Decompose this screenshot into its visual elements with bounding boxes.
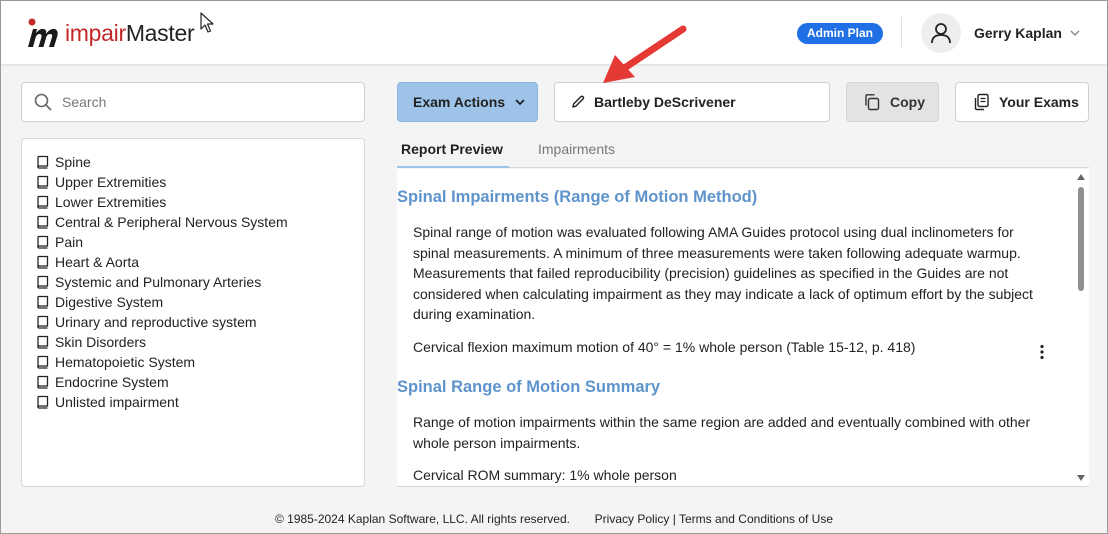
documents-icon: [974, 93, 989, 111]
tree-item-label: Skin Disorders: [55, 334, 147, 350]
pencil-icon: [572, 95, 585, 108]
book-icon: [37, 335, 49, 349]
tab-report-preview[interactable]: Report Preview: [401, 141, 503, 157]
book-icon: [37, 295, 49, 309]
tree-item[interactable]: Upper Extremities: [36, 172, 364, 192]
tree-item-label: Hematopoietic System: [55, 354, 196, 370]
tree-item-label: Systemic and Pulmonary Arteries: [55, 274, 262, 290]
logo-mark-icon: [28, 18, 58, 47]
annotation-arrow-icon: [603, 25, 687, 83]
book-icon: [37, 195, 49, 209]
tree-item[interactable]: Heart & Aorta: [36, 252, 364, 272]
section-title: Spinal Range of Motion Summary: [397, 378, 661, 396]
app-logo[interactable]: impairMaster: [25, 17, 195, 49]
tree-item[interactable]: Lower Extremities: [36, 192, 364, 212]
exam-name-button[interactable]: Bartleby DeScrivener: [554, 82, 830, 122]
scroll-thumb[interactable]: [1078, 187, 1084, 291]
chevron-down-icon[interactable]: [1069, 27, 1081, 39]
book-icon: [37, 255, 49, 269]
tree-item-label: Urinary and reproductive system: [55, 314, 257, 330]
report-paragraph: Spinal range of motion was evaluated fol…: [413, 224, 1033, 322]
scrollbar[interactable]: [1073, 169, 1089, 486]
tree-item[interactable]: Endocrine System: [36, 372, 364, 392]
tab-impairments[interactable]: Impairments: [538, 141, 615, 157]
plan-badge: Admin Plan: [797, 23, 884, 44]
report-paragraph: Range of motion impairments within the s…: [413, 414, 1031, 451]
report-paragraph: Cervical flexion maximum motion of 40° =…: [413, 339, 916, 355]
search-input[interactable]: [62, 94, 342, 110]
header-divider: [901, 17, 902, 47]
impairment-tree: Spine Upper Extremities Lower Extremities C…: [21, 138, 365, 487]
your-exams-button[interactable]: Your Exams: [955, 82, 1089, 122]
exam-actions-label: Exam Actions: [413, 94, 506, 110]
tree-item[interactable]: Digestive System: [36, 292, 364, 312]
mouse-cursor-icon: [200, 12, 214, 33]
tree-item-label: Endocrine System: [55, 374, 169, 390]
tree-item-label: Upper Extremities: [55, 174, 167, 190]
user-name[interactable]: Gerry Kaplan: [974, 25, 1062, 41]
tree-item-label: Unlisted impairment: [55, 394, 179, 410]
book-icon: [37, 155, 49, 169]
footer: © 1985-2024 Kaplan Software, LLC. All ri…: [1, 512, 1107, 526]
more-options-icon[interactable]: [1038, 344, 1046, 360]
tree-item-label: Pain: [55, 234, 84, 250]
book-icon: [37, 215, 49, 229]
your-exams-label: Your Exams: [999, 94, 1079, 110]
book-icon: [37, 175, 49, 189]
footer-separator: |: [672, 512, 676, 526]
tree-item[interactable]: Urinary and reproductive system: [36, 312, 364, 332]
section-title: Spinal Impairments (Range of Motion Meth…: [397, 188, 758, 206]
book-icon: [37, 395, 49, 409]
tree-item-label: Central & Peripheral Nervous System: [55, 214, 288, 230]
copyright-text: © 1985-2024 Kaplan Software, LLC. All ri…: [274, 512, 570, 526]
terms-link[interactable]: Terms and Conditions of Use: [679, 512, 833, 526]
report-paragraph: Cervical ROM summary: 1% whole person: [413, 467, 677, 483]
scroll-down-icon[interactable]: [1077, 475, 1085, 481]
book-icon: [37, 375, 49, 389]
tree-item[interactable]: Central & Peripheral Nervous System: [36, 212, 364, 232]
scroll-up-icon[interactable]: [1077, 174, 1085, 180]
tree-item[interactable]: Hematopoietic System: [36, 352, 364, 372]
exam-name-label: Bartleby DeScrivener: [594, 94, 736, 110]
tree-item[interactable]: Unlisted impairment: [36, 392, 364, 412]
report-tabs: Report Preview Impairments: [397, 138, 1089, 168]
report-preview: Spinal Impairments (Range of Motion Meth…: [397, 169, 1089, 487]
book-icon: [37, 235, 49, 249]
tree-item[interactable]: Spine: [36, 152, 364, 172]
app-header: impairMaster Admin Plan Gerry Kaplan: [1, 1, 1107, 65]
avatar[interactable]: [921, 13, 961, 53]
copy-label: Copy: [890, 94, 925, 110]
active-tab-indicator: [397, 166, 509, 168]
privacy-policy-link[interactable]: Privacy Policy: [595, 512, 670, 526]
copy-button[interactable]: Copy: [846, 82, 939, 122]
search-box: [21, 82, 365, 122]
book-icon: [37, 275, 49, 289]
logo-text: impairMaster: [65, 19, 195, 46]
user-icon: [931, 23, 951, 44]
tree-item[interactable]: Systemic and Pulmonary Arteries: [36, 272, 364, 292]
tree-item[interactable]: Skin Disorders: [36, 332, 364, 352]
exam-actions-button[interactable]: Exam Actions: [397, 82, 538, 122]
tree-item-label: Lower Extremities: [55, 194, 167, 210]
book-icon: [37, 355, 49, 369]
book-icon: [37, 315, 49, 329]
tree-item[interactable]: Pain: [36, 232, 364, 252]
tree-item-label: Heart & Aorta: [55, 254, 140, 270]
tree-item-label: Spine: [55, 154, 91, 170]
copy-icon: [865, 94, 880, 111]
tree-item-label: Digestive System: [55, 294, 164, 310]
chevron-down-icon: [515, 99, 525, 106]
search-icon: [34, 93, 52, 111]
